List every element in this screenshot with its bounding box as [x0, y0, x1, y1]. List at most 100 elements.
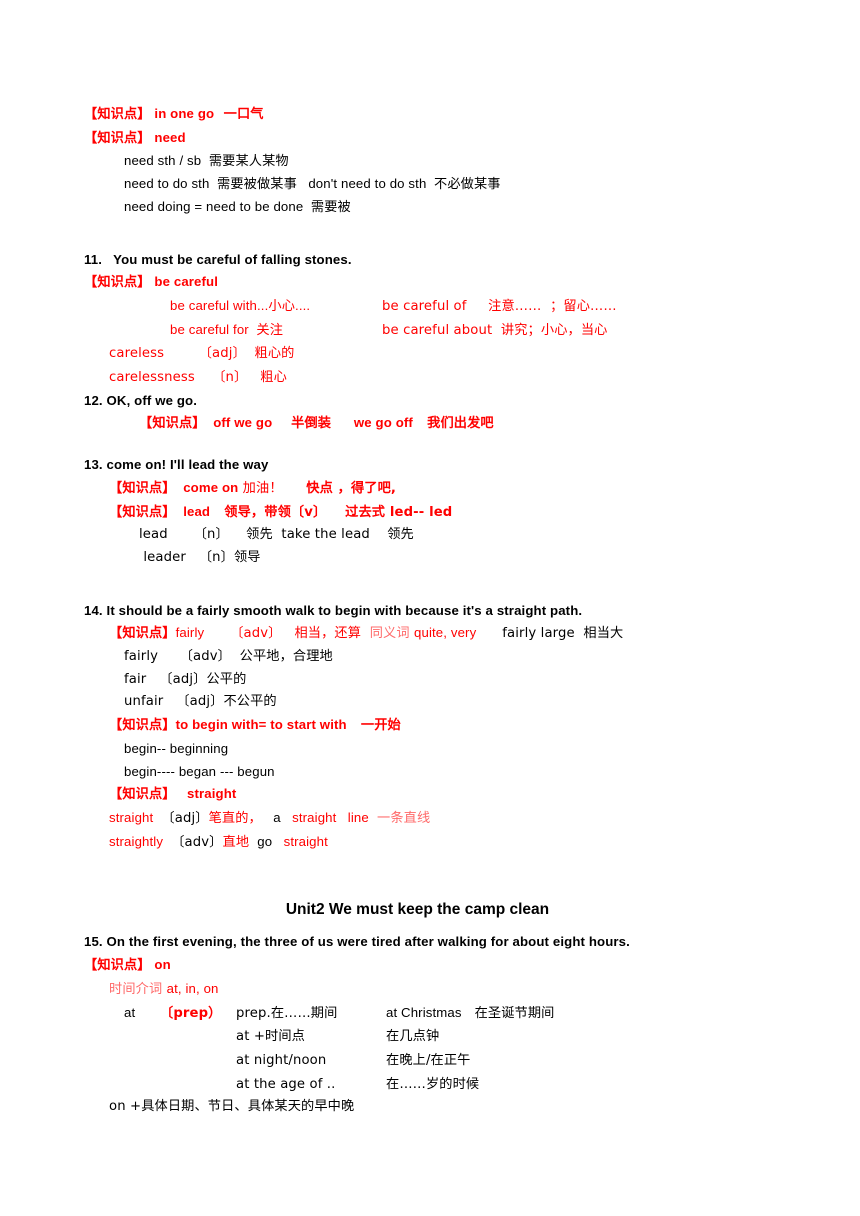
straightly-gloss: 直地: [222, 834, 254, 850]
straight-article: a: [261, 809, 285, 825]
term-on: on: [150, 957, 171, 973]
unfair-adj-usage: unfair 〔adj〕不公平的: [124, 694, 277, 710]
knowledge-point-off-we-go: 【知识点】 off we go 半倒装 we go off 我们出发吧: [84, 412, 785, 436]
gloss-come-on-2: 快点 ，得了吧,: [282, 480, 397, 496]
careless-text: careless 〔adj〕 粗心的: [109, 346, 295, 362]
unit2-title: Unit2 We must keep the camp clean: [285, 901, 550, 919]
straight-line-gloss: 一条直线: [372, 810, 431, 826]
term-be-careful: be careful: [150, 274, 219, 290]
knowledge-point-lead: 【知识点】 lead 领导，带领〔v〕 过去式 led-- led: [84, 501, 785, 525]
at-row-3: at night/noon 在晚上/在正午: [84, 1049, 785, 1073]
document-page: 【知识点】 in one go 一口气 【知识点】 need need sth …: [0, 0, 860, 1216]
gloss-come-on: 加油！: [238, 480, 283, 496]
at-row-1: at 〔prep） prep.在……期间 at Christmas 在圣诞节期间: [84, 1002, 785, 1026]
time-preposition-label: 时间介词: [109, 981, 167, 997]
at-example-gloss: 在几点钟: [386, 1029, 440, 1045]
on-rule: on +具体日期、节日、具体某天的早中晚: [109, 1099, 355, 1115]
term-in-one-go: in one go: [150, 106, 215, 121]
term-we-go-off: we go off: [331, 415, 413, 431]
need-usage-3: need doing = need to be done 需要被: [124, 198, 351, 214]
section-15-heading: 15. On the first evening, the three of u…: [84, 934, 630, 950]
at-example-gloss: 在晚上/在正午: [386, 1052, 471, 1068]
term-to-begin-with: to begin with= to start with: [175, 717, 347, 733]
term-lead: lead: [175, 503, 211, 519]
gloss-half-inversion: 半倒装: [272, 416, 332, 432]
straightly-word: straightly: [109, 833, 167, 849]
fairly-pos: 〔adv〕: [204, 626, 282, 642]
kp-label: 【知识点】: [109, 480, 176, 496]
at-row-2: at +时间点 在几点钟: [84, 1025, 785, 1049]
at-example-gloss: 在……岁的时候: [386, 1076, 480, 1092]
gloss-we-go-off: 我们出发吧: [412, 416, 494, 432]
section-13-heading: 13. come on! I'll lead the way: [84, 457, 269, 473]
kp-label: 【知识点】: [109, 718, 176, 734]
kp-label: 【知识点】: [139, 416, 206, 432]
fair-adj-usage: fair 〔adj〕公平的: [124, 671, 247, 687]
leader-noun-usage: leader 〔n〕领导: [139, 549, 261, 565]
kp-label: 【知识点】: [109, 787, 176, 803]
at-meaning: prep.在……期间: [236, 1005, 338, 1021]
term-come-on: come on: [175, 479, 239, 495]
need-usage-2b: don't need to do sth 不必做某事: [308, 176, 501, 192]
gloss-lead: 领导，带领〔v〕: [210, 504, 327, 520]
at-meaning: at night/noon: [236, 1052, 327, 1068]
kp-label: 【知识点】: [84, 958, 151, 974]
at-meaning: at +时间点: [236, 1029, 305, 1045]
at-meaning: at the age of ..: [236, 1076, 336, 1092]
knowledge-point-fairly: 【知识点】fairly 〔adv〕 相当，还算 同义词 quite, very …: [84, 622, 785, 646]
at-example-gloss: 在圣诞节期间: [461, 1005, 555, 1021]
go-straight-phrase: straight: [276, 833, 328, 849]
gloss-to-begin-with: 一开始: [346, 718, 401, 734]
knowledge-point-be-careful: 【知识点】 be careful: [84, 271, 785, 295]
knowledge-point-need: 【知识点】 need: [84, 127, 785, 151]
knowledge-point-on: 【知识点】 on: [84, 954, 785, 978]
straight-line-phrase: straight line: [284, 809, 373, 825]
time-preposition-note: 时间介词 at, in, on: [84, 978, 785, 1002]
lead-noun-usage: lead 〔n〕 领先 take the lead 领先: [139, 527, 414, 543]
straight-pos: 〔adj〕: [157, 810, 209, 826]
fairly-example: fairly large 相当大: [476, 626, 624, 642]
gloss-in-one-go: 一口气: [214, 107, 264, 122]
time-preposition-list: at, in, on: [166, 980, 219, 996]
go-word: go: [253, 833, 277, 849]
term-fairly: fairly: [175, 625, 205, 641]
need-usage-2a: need to do sth 需要被做某事: [124, 176, 297, 192]
at-word: at: [124, 1004, 136, 1020]
term-need: need: [150, 129, 186, 145]
at-pos: 〔prep）: [160, 1005, 222, 1021]
straightly-adv-usage: straightly 〔adv〕直地 go straight: [84, 831, 785, 855]
fairly-adv-usage: fairly 〔adv〕 公平地，合理地: [124, 649, 333, 665]
kp-label: 【知识点】: [84, 130, 151, 146]
section-11-heading: 11. You must be careful of falling stone…: [84, 251, 352, 267]
straight-word: straight: [109, 809, 158, 825]
need-usage-2: need to do sth 需要被做某事 don't need to do s…: [84, 173, 785, 196]
section-14-heading: 14. It should be a fairly smooth walk to…: [84, 602, 583, 618]
fairly-gloss: 相当，还算: [281, 626, 362, 642]
lead-past-tense: 过去式 led-- led: [326, 504, 453, 520]
be-careful-row-1: be careful with...小心.... be careful of 注意…: [84, 295, 785, 319]
straight-gloss: 笔直的，: [208, 810, 262, 826]
need-usage-2-sep: [297, 176, 308, 191]
straightly-pos: 〔adv〕: [166, 834, 223, 850]
straight-adj-usage: straight 〔adj〕笔直的， a straight line 一条直线: [84, 807, 785, 831]
at-example: at Christmas: [386, 1004, 462, 1020]
knowledge-point-straight: 【知识点】 straight: [84, 783, 785, 807]
term-straight: straight: [175, 786, 237, 802]
kp-label: 【知识点】: [109, 626, 176, 642]
careless-entry: careless 〔adj〕 粗心的: [84, 342, 785, 366]
be-careful-for: be careful for 关注: [170, 321, 284, 337]
be-careful-about: be careful about 讲究；小心，当心: [382, 322, 608, 338]
section-12-heading: 12. OK, off we go.: [84, 392, 198, 408]
knowledge-point-to-begin-with: 【知识点】to begin with= to start with 一开始: [84, 714, 785, 738]
knowledge-point-in-one-go: 【知识点】 in one go 一口气: [84, 103, 785, 127]
fairly-synonyms: quite, very: [414, 625, 477, 641]
begin-forms-1: begin-- beginning: [124, 740, 229, 756]
carelessness-entry: carelessness 〔n〕 粗心: [84, 366, 785, 390]
term-off-we-go: off we go: [205, 415, 273, 431]
kp-label: 【知识点】: [84, 107, 151, 122]
be-careful-row-2: be careful for 关注 be careful about 讲究；小心，…: [84, 319, 785, 343]
kp-label: 【知识点】: [84, 275, 151, 291]
begin-forms-2: begin---- began --- begun: [124, 763, 275, 779]
fairly-synonym-label: 同义词: [361, 626, 415, 642]
